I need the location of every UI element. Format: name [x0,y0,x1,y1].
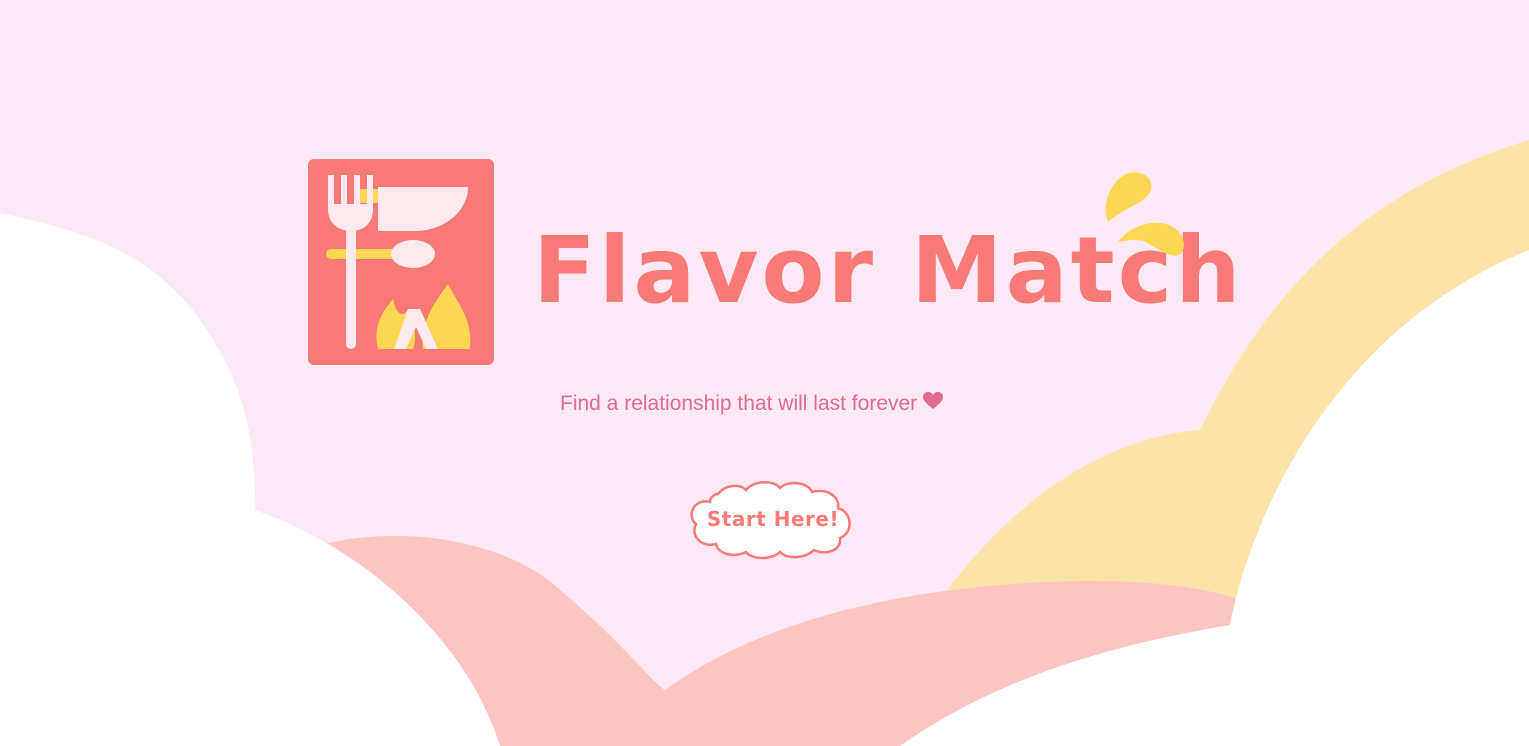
start-here-button[interactable]: Start Here! [688,478,858,560]
background-hills [0,140,1529,746]
tagline-text: Find a relationship that will last forev… [560,392,918,415]
sparkle-splash-icon [1105,172,1185,256]
kitchen-utensils-flame-logo-icon [308,159,494,365]
tagline: Find a relationship that will last forev… [560,390,1000,418]
heart-icon [923,390,944,418]
start-here-label: Start Here! [706,507,840,531]
